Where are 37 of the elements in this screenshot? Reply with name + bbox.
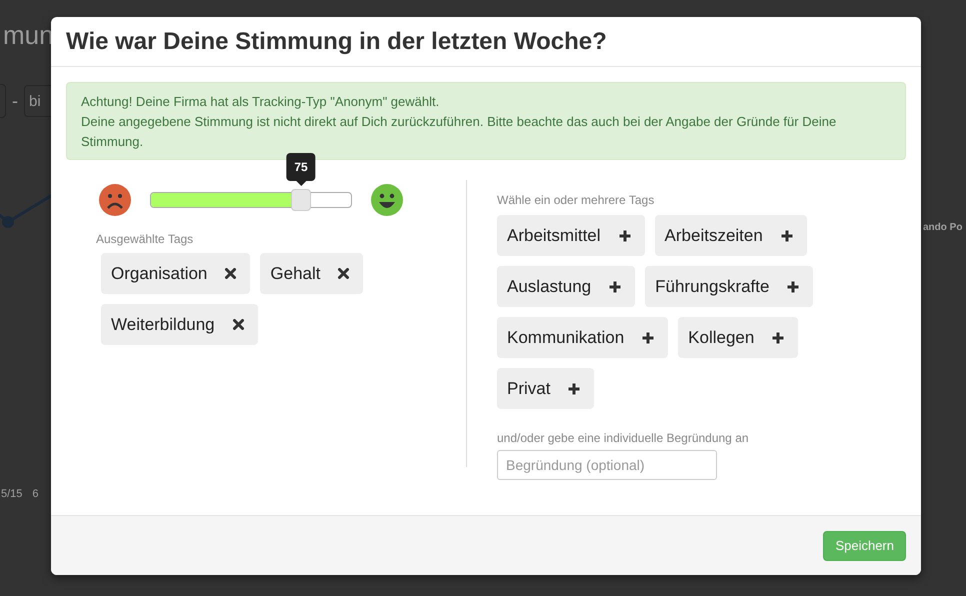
remove-icon xyxy=(232,319,244,330)
plus-icon xyxy=(609,280,622,292)
alert-text: Achtung! Deine Firma hat als Tracking-Typ "Anonym" gewählt. xyxy=(81,93,440,111)
tooltip-pointer-icon xyxy=(296,181,306,186)
tag-option[interactable]: Führungskrafte xyxy=(645,266,814,307)
field-label: und/oder gebe eine individuelle Begründung an xyxy=(497,431,750,445)
alert-text: Deine angegebene Stimmung ist nicht direkt auf Dich zurückzuführen. Bitte beachte das auch bei der Angabe der Gründe für Deine Stimmung. xyxy=(81,113,838,151)
plus-icon xyxy=(568,382,580,394)
selected-tag[interactable]: Gehalt xyxy=(260,253,364,294)
tag-option[interactable]: Kollegen xyxy=(678,317,798,358)
chart-label: ando Po xyxy=(923,222,962,233)
axis-label: 5/15 xyxy=(1,488,22,500)
plus-icon xyxy=(642,332,654,344)
plus-icon xyxy=(780,230,793,242)
selected-tag[interactable]: Weiterbildung xyxy=(101,304,258,345)
reason-input-field[interactable]: Begründung (optional) xyxy=(497,450,717,480)
section-label: Ausgewählte Tags xyxy=(96,232,194,246)
tag-option[interactable]: Arbeitszeiten xyxy=(654,215,807,256)
tag-option[interactable]: Auslastung xyxy=(497,266,636,307)
range-separator: - xyxy=(12,90,18,112)
page-title: mun xyxy=(3,19,54,52)
axis-label: 6 xyxy=(32,488,39,500)
tag-option[interactable]: Kommunikation xyxy=(497,317,668,358)
happy-face-icon xyxy=(370,183,404,217)
plus-icon xyxy=(618,230,631,242)
slider-handle[interactable] xyxy=(291,189,311,211)
value-tooltip: 75 xyxy=(286,153,316,186)
plus-icon xyxy=(787,280,800,292)
tag-option[interactable]: Privat xyxy=(497,368,594,409)
selected-tag[interactable]: Organisation xyxy=(101,253,250,294)
dialog-title: Wie war Deine Stimmung in der letzten Woche? xyxy=(66,29,608,55)
plus-icon xyxy=(772,332,784,344)
section-label: Wähle ein oder mehrere Tags xyxy=(497,193,656,207)
tag-option[interactable]: Arbeitsmittel xyxy=(497,215,645,256)
sad-face-icon xyxy=(98,183,132,217)
remove-icon xyxy=(225,268,236,279)
remove-icon xyxy=(338,268,350,279)
